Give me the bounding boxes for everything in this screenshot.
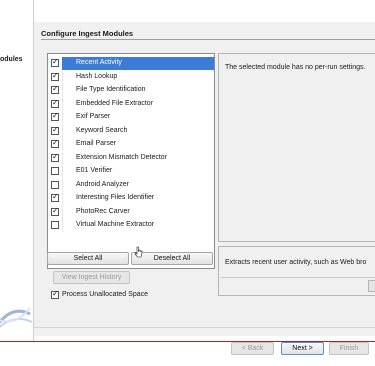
finish-button[interactable]: Finish [329, 342, 369, 355]
module-label: PhotoRec Carver [76, 207, 130, 215]
ingest-module-list[interactable]: Recent Activity Hash Lookup File Type Iden… [47, 53, 215, 269]
select-all-button[interactable]: Select All [47, 252, 129, 265]
configure-ingest-panel: Configure Ingest Modules Recent Activity… [34, 22, 375, 355]
module-label: Virtual Machine Extractor [76, 221, 155, 228]
module-row[interactable]: Extension Mismatch Detector [48, 151, 214, 165]
module-label: Recent Activity [76, 59, 122, 66]
module-description-pane: Extracts recent user activity, such as W… [218, 246, 375, 296]
column-separator [62, 84, 63, 97]
next-button[interactable]: Next > [281, 342, 324, 355]
process-unallocated-checkbox[interactable] [51, 289, 59, 299]
view-ingest-history-button[interactable]: View Ingest History [53, 271, 130, 284]
column-separator [62, 111, 63, 124]
module-enabled-checkbox[interactable] [51, 192, 59, 202]
column-separator [62, 178, 63, 192]
footer-divider [34, 327, 375, 328]
module-row[interactable]: E01 Verifier [48, 165, 214, 178]
column-separator [62, 219, 63, 232]
module-row[interactable]: Email Parser [48, 138, 214, 151]
module-label: E01 Verifier [76, 167, 113, 174]
module-description: Extracts recent user activity, such as W… [225, 259, 367, 266]
module-row[interactable]: Virtual Machine Extractor [48, 219, 214, 232]
module-row[interactable]: File Type Identification [48, 84, 214, 97]
wizard-steps-pane: odules [0, 0, 34, 366]
module-label: Hash Lookup [76, 72, 118, 80]
column-separator [62, 165, 63, 178]
back-button[interactable]: < Back [231, 342, 274, 355]
column-separator [62, 151, 63, 165]
module-enabled-checkbox[interactable] [51, 152, 59, 162]
module-enabled-checkbox[interactable] [51, 138, 59, 148]
module-row[interactable]: Android Analyzer [48, 178, 214, 192]
column-separator [62, 205, 63, 219]
module-label: Exif Parser [76, 113, 111, 120]
module-enabled-checkbox[interactable] [51, 57, 59, 67]
module-row[interactable]: Exif Parser [48, 111, 214, 124]
module-enabled-checkbox[interactable] [51, 111, 59, 121]
global-settings-button[interactable] [368, 280, 375, 292]
description-divider [221, 277, 375, 278]
column-separator [62, 138, 63, 151]
column-separator [62, 192, 63, 205]
module-label: Keyword Search [76, 126, 128, 134]
module-label: Embedded File Extractor [76, 99, 154, 107]
module-enabled-checkbox[interactable] [51, 167, 59, 175]
module-row[interactable]: PhotoRec Carver [48, 205, 214, 219]
module-enabled-checkbox[interactable] [51, 125, 59, 135]
column-separator [62, 124, 63, 138]
mouse-cursor-icon [134, 246, 143, 258]
module-enabled-checkbox[interactable] [51, 221, 59, 229]
module-label: Interesting Files Identifier [76, 194, 155, 201]
wizard-logo-swirl-icon [0, 307, 33, 328]
module-enabled-checkbox[interactable] [51, 98, 59, 108]
column-separator [62, 70, 63, 84]
module-row[interactable]: Embedded File Extractor [48, 97, 214, 111]
module-row[interactable]: Interesting Files Identifier [48, 192, 214, 205]
process-unallocated-label: Process Unallocated Space [62, 291, 148, 298]
panel-title: Configure Ingest Modules [41, 29, 134, 38]
settings-message: The selected module has no per-run setti… [225, 64, 366, 71]
module-label: Android Analyzer [76, 180, 129, 188]
module-enabled-checkbox[interactable] [51, 180, 59, 189]
module-enabled-checkbox[interactable] [51, 206, 59, 216]
module-row[interactable]: Keyword Search [48, 124, 214, 138]
module-row[interactable]: Recent Activity [48, 57, 214, 70]
module-enabled-checkbox[interactable] [51, 71, 59, 81]
title-divider [41, 39, 375, 40]
module-enabled-checkbox[interactable] [51, 84, 59, 94]
module-settings-pane: The selected module has no per-run setti… [218, 53, 375, 242]
module-label: Extension Mismatch Detector [76, 153, 168, 161]
module-label: Email Parser [76, 140, 117, 147]
module-row[interactable]: Hash Lookup [48, 70, 214, 84]
column-separator [62, 97, 63, 111]
module-label: File Type Identification [76, 86, 146, 93]
wizard-step-label: odules [0, 56, 23, 63]
